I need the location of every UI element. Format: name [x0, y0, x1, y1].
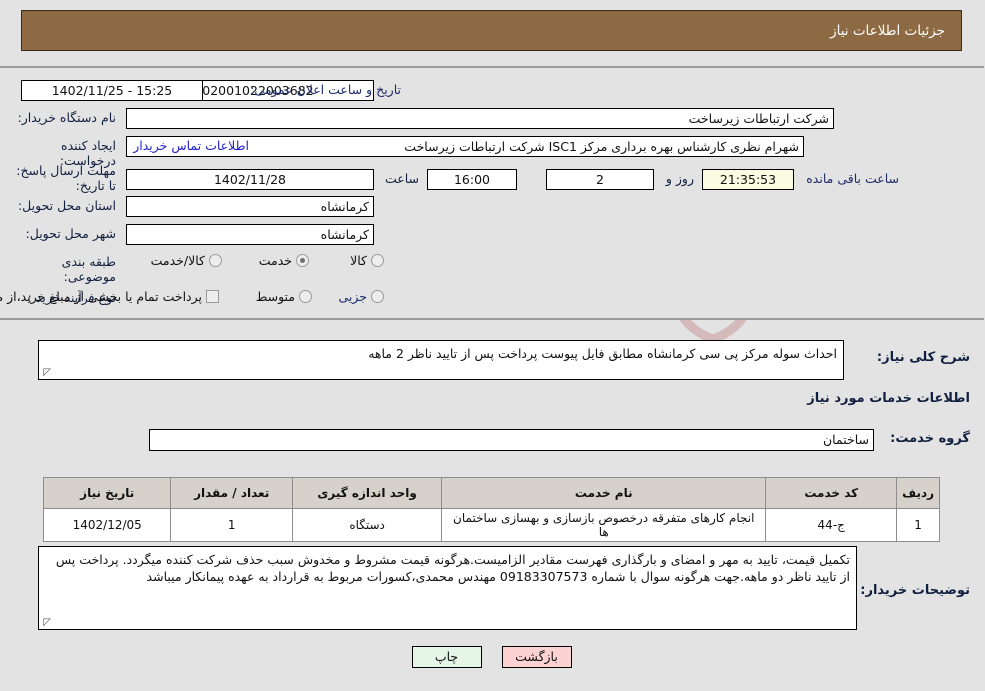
cell-row-no: 1: [897, 508, 941, 542]
need-info-panel: شماره نیاز: 1102001022003682 تاریخ و ساع…: [0, 66, 985, 320]
category-option-1[interactable]: خدمت: [256, 253, 310, 268]
hour-label: ساعت: [385, 171, 420, 186]
process-type-option-0[interactable]: جزیی: [335, 289, 385, 304]
countdown-timer-label: ساعت باقی مانده: [807, 171, 900, 186]
cell-need-date: 1402/12/05: [43, 508, 173, 542]
category-radio-2[interactable]: [210, 254, 223, 267]
cell-service-code: ج-44: [766, 508, 899, 542]
general-need-value: احداث سوله مرکز پی سی کرمانشاه مطابق فای…: [369, 346, 838, 361]
column-header-service-name: نام خدمت: [442, 477, 768, 509]
table-row: 1 ج-44 انجام کارهای متفرقه درخصوص بازساز…: [43, 508, 941, 542]
process-type-option-1-label: متوسط: [256, 289, 296, 304]
treasury-bond-checkbox-row[interactable]: پرداخت تمام یا بخشی از مبلغ خرید،از محل …: [0, 289, 220, 304]
buyer-org-value: شرکت ارتباطات زیرساخت: [127, 108, 835, 129]
cell-service-name: انجام کارهای متفرقه درخصوص بازسازی و بهس…: [442, 508, 768, 542]
process-type-option-0-label: جزیی: [339, 289, 368, 304]
city-label: شهر محل تحویل:: [26, 226, 117, 241]
city-value: کرمانشاه: [127, 224, 375, 245]
buyer-notes-value: تکمیل قیمت، تایید به مهر و امضای و بارگذ…: [56, 552, 851, 584]
column-header-row-no: ردیف: [897, 477, 941, 509]
general-need-textarea[interactable]: احداث سوله مرکز پی سی کرمانشاه مطابق فای…: [39, 340, 845, 380]
back-button[interactable]: بازگشت: [502, 646, 573, 668]
buyer-notes-textarea[interactable]: تکمیل قیمت، تایید به مهر و امضای و بارگذ…: [39, 546, 858, 630]
treasury-bond-label: پرداخت تمام یا بخشی از مبلغ خرید،از محل …: [0, 289, 203, 304]
cell-quantity: 1: [171, 508, 295, 542]
cell-unit: دستگاه: [293, 508, 444, 542]
buyer-notes-label: توضیحات خریدار:: [861, 583, 971, 598]
treasury-bond-checkbox[interactable]: [207, 290, 220, 303]
process-type-option-1[interactable]: متوسط: [253, 289, 313, 304]
province-label: استان محل تحویل:: [18, 198, 117, 213]
footer-button-bar: بازگشت چاپ: [0, 646, 985, 668]
category-radio-1[interactable]: [297, 254, 310, 267]
category-option-1-label: خدمت: [259, 253, 293, 268]
resize-grip-icon[interactable]: ◸: [42, 368, 52, 378]
services-table: ردیف کد خدمت نام خدمت واحد اندازه گیری ت…: [43, 477, 941, 542]
service-group-label: گروه خدمت:: [891, 431, 971, 446]
table-header-row: ردیف کد خدمت نام خدمت واحد اندازه گیری ت…: [43, 477, 941, 509]
days-value: 2: [547, 169, 655, 190]
column-header-need-date: تاریخ نیاز: [43, 477, 173, 509]
countdown-timer-value: 21:35:53: [703, 169, 795, 190]
general-need-label: شرح کلی نیاز:: [877, 350, 971, 365]
hour-value: 16:00: [428, 169, 518, 190]
services-section-title: اطلاعات خدمات مورد نیاز: [808, 391, 971, 406]
column-header-quantity: تعداد / مقدار: [171, 477, 295, 509]
buyer-org-label: نام دستگاه خریدار:: [18, 110, 117, 125]
page-header-bar: جزئیات اطلاعات نیاز: [22, 10, 963, 51]
announce-datetime-label: تاریخ و ساعت اعلان عمومی:: [251, 82, 402, 97]
category-radio-0[interactable]: [372, 254, 385, 267]
service-group-value: ساختمان: [150, 429, 875, 451]
column-header-service-code: کد خدمت: [766, 477, 899, 509]
buyer-contact-link[interactable]: اطلاعات تماس خریدار: [134, 138, 250, 153]
category-option-2[interactable]: کالا/خدمت: [148, 253, 223, 268]
deadline-date-value: 1402/11/28: [127, 169, 375, 190]
column-header-unit: واحد اندازه گیری: [293, 477, 444, 509]
province-value: کرمانشاه: [127, 196, 375, 217]
resize-grip-icon-notes[interactable]: ◸: [42, 618, 52, 628]
deadline-label: مهلت ارسال پاسخ: تا تاریخ:: [17, 163, 117, 193]
print-button[interactable]: چاپ: [412, 646, 483, 668]
category-option-2-label: کالا/خدمت: [151, 253, 206, 268]
category-option-0-label: کالا: [351, 253, 368, 268]
page-title: جزئیات اطلاعات نیاز: [831, 22, 946, 39]
category-label: طبقه بندی موضوعی:: [62, 254, 117, 284]
process-type-radio-0[interactable]: [372, 290, 385, 303]
process-type-radio-1[interactable]: [300, 290, 313, 303]
announce-datetime-value: 15:25 - 1402/11/25: [22, 80, 204, 101]
category-option-0[interactable]: کالا: [347, 253, 385, 268]
days-label: روز و: [666, 171, 695, 186]
